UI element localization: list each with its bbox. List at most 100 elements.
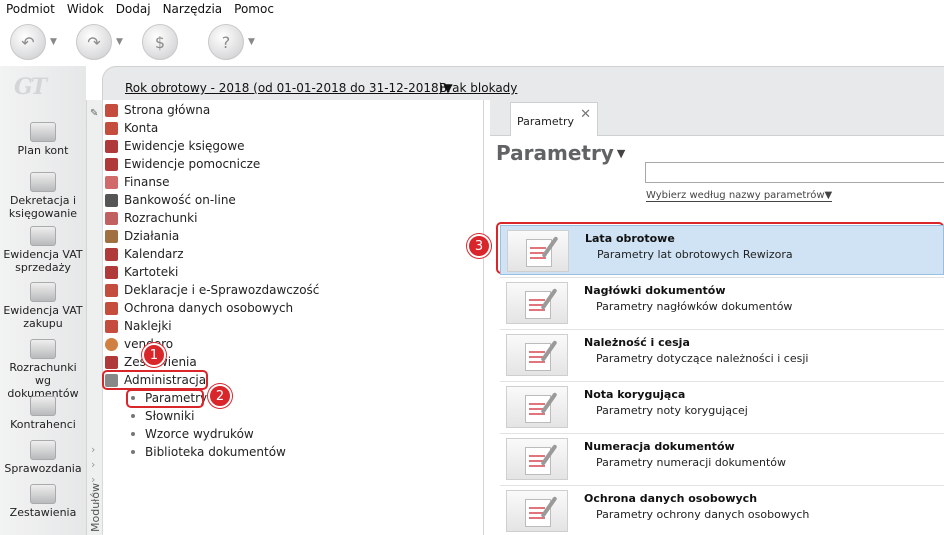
tab-parametry[interactable]: Parametry ✕ xyxy=(510,102,598,136)
document-edit-icon xyxy=(506,438,568,480)
bullet-icon xyxy=(131,414,135,418)
document-edit-icon xyxy=(506,334,568,376)
param-row-ochrona[interactable]: Ochrona danych osobowych Parametry ochro… xyxy=(500,485,944,535)
nav-sprawozdania[interactable]: Sprawozdania xyxy=(0,440,86,475)
nav-kontrahenci[interactable]: Kontrahenci xyxy=(0,396,86,431)
bullet-icon xyxy=(131,450,135,454)
tree-subitem-biblioteka[interactable]: Biblioteka dokumentów xyxy=(131,443,286,461)
tree-item-finanse[interactable]: Finanse xyxy=(105,173,170,191)
tree-item-kartoteki[interactable]: Kartoteki xyxy=(105,263,178,281)
param-row-nota[interactable]: Nota korygująca Parametry noty korygując… xyxy=(500,381,944,431)
tree-item-label: Ewidencje księgowe xyxy=(124,139,245,153)
page-title-text: Parametry xyxy=(496,141,614,165)
tree-item-dzialania[interactable]: Działania xyxy=(105,227,179,245)
param-row-subtitle: Parametry noty korygującej xyxy=(596,404,748,417)
chevron-down-icon[interactable]: ▼ xyxy=(50,37,57,47)
tree-subitem-slowniki[interactable]: Słowniki xyxy=(131,407,194,425)
pin-icon[interactable]: ✎ xyxy=(90,108,98,119)
app-logo: GT xyxy=(14,74,47,100)
param-row-lata-obrotowe[interactable]: Lata obrotowe Parametry lat obrotowych R… xyxy=(500,225,944,275)
tree-item-label: Ochrona danych osobowych xyxy=(124,301,294,315)
param-row-title: Należność i cesja xyxy=(584,336,690,349)
chevron-right-icon[interactable]: › xyxy=(91,458,95,471)
param-row-title: Numeracja dokumentów xyxy=(584,440,735,453)
document-edit-icon xyxy=(506,490,568,532)
bullet-icon xyxy=(131,432,135,436)
tree-item-label: Kalendarz xyxy=(124,247,184,261)
step-badge-3: 3 xyxy=(467,234,491,258)
forward-button[interactable]: ↷ ▼ xyxy=(76,22,134,62)
chart-of-accounts-icon xyxy=(30,122,56,142)
chevron-down-icon[interactable]: ▼ xyxy=(248,37,255,47)
param-row-numeracja[interactable]: Numeracja dokumentów Parametry numeracji… xyxy=(500,433,944,483)
tree-item-label: Finanse xyxy=(124,175,170,189)
highlight-parametry xyxy=(126,389,204,408)
nav-zestawienia[interactable]: Zestawienia xyxy=(0,484,86,519)
left-navigation: GT Plan kont Dekretacja i księgowanie Ew… xyxy=(0,66,86,535)
menu-narzedzia[interactable]: Narzędzia xyxy=(157,2,229,16)
tree-item-konta[interactable]: Konta xyxy=(105,119,158,137)
modules-label: Modułów xyxy=(89,482,102,532)
param-row-subtitle: Parametry ochrony danych osobowych xyxy=(596,508,810,521)
help-button[interactable]: ? ▼ xyxy=(208,22,266,62)
tree-item-deklaracje[interactable]: Deklaracje i e-Sprawozdawczość xyxy=(105,281,319,299)
param-row-subtitle: Parametry dotyczące należności i cesji xyxy=(596,352,809,365)
nav-plan-kont[interactable]: Plan kont xyxy=(0,122,86,157)
tree-item-naklejki[interactable]: Naklejki xyxy=(105,317,172,335)
tree-item-strona-glowna[interactable]: Strona główna xyxy=(105,101,210,119)
ledger-icon xyxy=(105,157,118,171)
menu-widok[interactable]: Widok xyxy=(61,2,110,16)
chevron-down-icon[interactable]: ▼ xyxy=(116,37,123,47)
param-row-naglowki[interactable]: Nagłówki dokumentów Parametry nagłówków … xyxy=(500,277,944,327)
lock-status-link[interactable]: Brak blokady xyxy=(439,81,517,95)
close-icon[interactable]: ✕ xyxy=(580,107,591,122)
module-tree: ✎ › › › › Modułów Strona główna Konta Ew… xyxy=(86,100,484,535)
settlements-icon xyxy=(105,211,118,225)
accounts-icon xyxy=(105,121,118,135)
tree-item-ochrona-danych[interactable]: Ochrona danych osobowych xyxy=(105,299,293,317)
param-row-naleznosc[interactable]: Należność i cesja Parametry dotyczące na… xyxy=(500,329,944,379)
tree-subitem-wzorce[interactable]: Wzorce wydruków xyxy=(131,425,254,443)
menu-pomoc[interactable]: Pomoc xyxy=(228,2,280,16)
nav-label: Rozrachunki wg dokumentów xyxy=(7,361,79,400)
document-edit-icon xyxy=(506,282,568,324)
tree-subitem-label: Słowniki xyxy=(145,409,195,423)
param-row-title: Lata obrotowe xyxy=(585,232,675,245)
fiscal-year-bar: Rok obrotowy - 2018 (od 01-01-2018 do 31… xyxy=(102,66,944,100)
tree-subitem-label: Biblioteka dokumentów xyxy=(145,445,286,459)
tree-item-label: Konta xyxy=(124,121,159,135)
forward-icon: ↷ xyxy=(76,24,112,60)
param-row-title: Ochrona danych osobowych xyxy=(584,492,758,505)
page-title[interactable]: Parametry ▼ xyxy=(496,141,625,165)
menu-bar: Podmiot Widok Dodaj Narzędzia Pomoc xyxy=(0,0,944,18)
vat-sales-icon xyxy=(30,226,56,246)
contractors-icon xyxy=(30,396,56,416)
tree-item-ewidencje-ksiegowe[interactable]: Ewidencje księgowe xyxy=(105,137,245,155)
tree-item-ewidencje-pomocnicze[interactable]: Ewidencje pomocnicze xyxy=(105,155,260,173)
menu-podmiot[interactable]: Podmiot xyxy=(0,2,61,16)
search-input[interactable] xyxy=(645,162,944,183)
back-button[interactable]: ↶ ▼ xyxy=(10,22,68,62)
nav-rozrachunki[interactable]: Rozrachunki wg dokumentów xyxy=(0,339,86,400)
shield-icon xyxy=(105,301,118,315)
chevron-right-icon[interactable]: › xyxy=(91,443,95,456)
declarations-icon xyxy=(105,283,118,297)
nav-label: Kontrahenci xyxy=(10,418,76,431)
tree-item-bankowosc[interactable]: Bankowość on-line xyxy=(105,191,236,209)
settlements-icon xyxy=(30,339,56,359)
tree-item-rozrachunki[interactable]: Rozrachunki xyxy=(105,209,197,227)
tree-item-kalendarz[interactable]: Kalendarz xyxy=(105,245,184,263)
finance-icon: $ xyxy=(142,24,178,60)
fiscal-year-selector[interactable]: Rok obrotowy - 2018 (od 01-01-2018 do 31… xyxy=(125,81,453,95)
nav-dekretacja[interactable]: Dekretacja i księgowanie xyxy=(0,172,86,220)
menu-dodaj[interactable]: Dodaj xyxy=(110,2,157,16)
chevron-down-icon: ▼ xyxy=(616,146,626,160)
tab-bar: Parametry ✕ xyxy=(490,100,944,136)
nav-vat-zakupu[interactable]: Ewidencja VAT zakupu xyxy=(0,282,86,330)
finance-button[interactable]: $ xyxy=(142,22,200,62)
tree-item-label: Działania xyxy=(124,229,180,243)
filter-by-name-dropdown[interactable]: Wybierz według nazwy parametrów▼ xyxy=(646,190,833,202)
nav-vat-sprzedazy[interactable]: Ewidencja VAT sprzedaży xyxy=(0,226,86,274)
tab-label: Parametry xyxy=(517,115,574,128)
help-icon: ? xyxy=(208,24,244,60)
